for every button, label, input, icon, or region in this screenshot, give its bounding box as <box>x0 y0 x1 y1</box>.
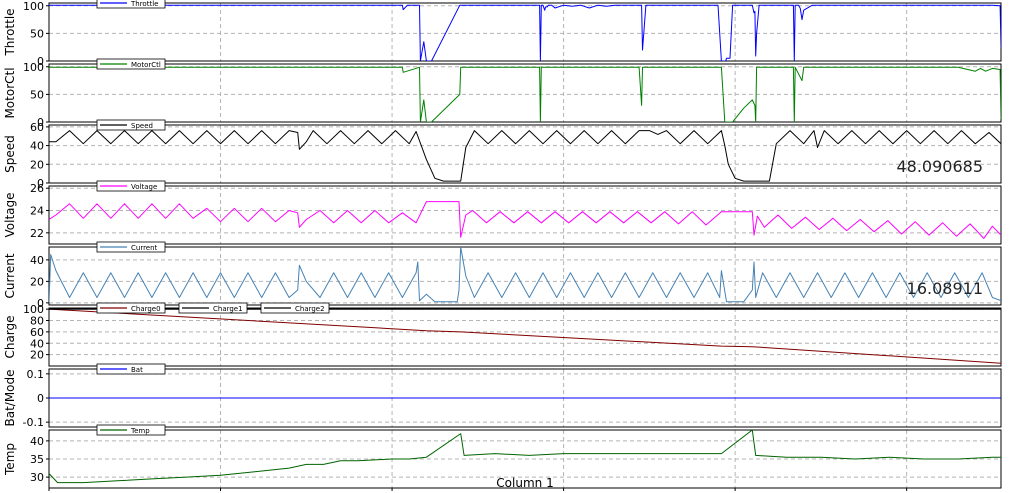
series-group <box>49 430 1001 484</box>
legend-label: Current <box>131 244 158 252</box>
multi-panel-chart: 050100ThrottleThrottle050100MotorCtlMoto… <box>3 0 1002 493</box>
panel-frame <box>48 307 1002 367</box>
readout-value: 48.090685 <box>896 157 983 176</box>
y-tick-label: 0.1 <box>27 368 45 381</box>
legend: Charge0 Charge1 Charge2 <box>96 302 330 314</box>
legend-label: Bat <box>131 366 143 374</box>
y-axis-label: Charge <box>3 315 17 358</box>
y-tick-label: 22 <box>30 227 44 240</box>
legend: MotorCtl <box>96 58 166 70</box>
y-tick-label: 40 <box>30 140 44 153</box>
panel-throttle: 050100ThrottleThrottle <box>3 0 1002 68</box>
legend-label: Speed <box>131 122 153 130</box>
y-axis-label: Voltage <box>3 192 17 237</box>
panel-motorctl: 050100MotorCtlMotorCtl <box>3 58 1002 129</box>
readout-value: 16.08911 <box>907 279 983 298</box>
y-tick-label: 20 <box>30 158 44 171</box>
panel-frame <box>48 63 1002 123</box>
x-axis-label: Column 1 <box>496 476 553 490</box>
y-tick-label: 35 <box>30 453 44 466</box>
y-tick-label: 40 <box>30 435 44 448</box>
legend-label: Temp <box>130 427 150 435</box>
series-line-speed <box>49 130 1001 182</box>
y-tick-label: 40 <box>30 254 44 267</box>
y-tick-label: 0 <box>37 392 44 405</box>
legend-label: Charge2 <box>295 305 325 313</box>
panel-current: 02040CurrentCurrent16.08911 <box>3 241 1002 310</box>
legend-label: Voltage <box>131 183 157 191</box>
y-tick-label: 20 <box>30 349 44 362</box>
panel-frame <box>48 2 1002 62</box>
legend: Throttle <box>96 0 166 9</box>
y-tick-label: -0.1 <box>23 416 44 429</box>
y-axis-label: MotorCtl <box>3 67 17 118</box>
panel-frame <box>48 124 1002 184</box>
y-axis-label: Speed <box>3 135 17 173</box>
y-axis-label: Bat/Mode <box>3 369 17 426</box>
y-tick-label: 20 <box>30 275 44 288</box>
legend-label: MotorCtl <box>131 61 161 69</box>
y-tick-label: 60 <box>30 326 44 339</box>
y-tick-label: 40 <box>30 337 44 350</box>
panel-voltage: 22 24 26 Voltage Voltage <box>3 180 1002 245</box>
legend: Current <box>96 241 166 253</box>
y-tick-label: 100 <box>23 0 44 13</box>
y-tick-label: 50 <box>30 27 44 40</box>
y-axis-label: Throttle <box>3 8 17 56</box>
y-tick-label: 80 <box>30 315 44 328</box>
y-tick-label: 60 <box>30 121 44 134</box>
y-tick-label: 100 <box>23 303 44 316</box>
legend: Temp <box>96 424 166 436</box>
legend: Voltage <box>96 180 166 192</box>
legend-label: Throttle <box>130 0 158 8</box>
panel-bat-mode: -0.1 0 0.1 Bat/Mode Bat <box>3 363 1002 429</box>
series-line-temp <box>49 430 1001 484</box>
y-tick-label: 26 <box>30 182 44 195</box>
y-axis-label: Current <box>3 253 17 298</box>
legend: Bat <box>96 363 166 375</box>
y-tick-label: 50 <box>30 88 44 101</box>
legend-label: Charge1 <box>213 305 243 313</box>
series-group <box>49 247 1001 303</box>
y-tick-label: 100 <box>23 61 44 74</box>
series-group <box>49 130 1001 182</box>
legend-label: Charge0 <box>131 305 161 313</box>
legend: Speed <box>96 119 166 131</box>
y-tick-label: 30 <box>30 471 44 484</box>
panel-charge: 20406080100 Charge Charge0 Charge1 Charge2 <box>3 302 1002 367</box>
panel-speed: 0204060SpeedSpeed48.090685 <box>3 119 1002 190</box>
series-line-current <box>49 247 1001 303</box>
y-tick-label: 24 <box>30 205 44 218</box>
panel-frame <box>48 185 1002 245</box>
y-axis-label: Temp <box>3 443 17 476</box>
